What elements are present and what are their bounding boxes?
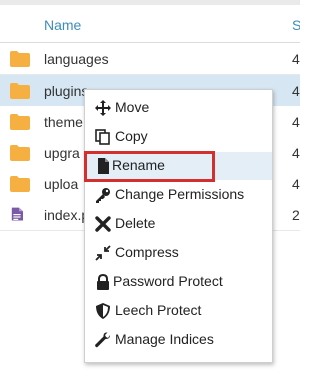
folder-icon: [10, 114, 30, 130]
menu-item-label: Rename: [112, 157, 165, 173]
wrench-icon: [95, 332, 110, 348]
shield-icon: [96, 303, 110, 319]
size-column-header[interactable]: S: [292, 17, 300, 33]
menu-item-change-permissions[interactable]: Change Permissions: [85, 181, 272, 209]
file-name[interactable]: languages: [44, 51, 109, 67]
move-icon: [95, 100, 111, 116]
context-menu: Move Copy Rename Change Permissions Dele…: [84, 89, 273, 363]
menu-item-label: Change Permissions: [115, 186, 245, 202]
php-file-icon: [11, 207, 23, 221]
file-manager-screen: Name S languages 4 plugins 4 theme 4 upg…: [0, 0, 300, 381]
menu-item-label: Delete: [115, 215, 156, 231]
file-size: 4: [292, 83, 300, 99]
menu-item-copy[interactable]: Copy: [85, 123, 272, 151]
menu-item-label: Manage Indices: [115, 331, 214, 347]
file-name[interactable]: plugins: [44, 83, 88, 99]
file-size: 4: [292, 176, 300, 192]
file-size: 4: [292, 51, 300, 67]
folder-icon: [10, 145, 30, 161]
file-name[interactable]: uploa: [44, 176, 78, 192]
menu-item-label: Leech Protect: [115, 302, 202, 318]
file-size: 4: [292, 145, 300, 161]
file-icon: [98, 158, 109, 174]
file-name[interactable]: theme: [44, 114, 83, 130]
menu-item-manage-indices[interactable]: Manage Indices: [85, 326, 272, 354]
menu-item-rename[interactable]: Rename: [85, 152, 272, 180]
table-row[interactable]: languages 4: [0, 43, 300, 75]
table-header: Name S: [0, 8, 300, 43]
lock-icon: [97, 274, 109, 290]
folder-icon: [10, 176, 30, 192]
x-icon: [95, 216, 111, 232]
menu-item-label: Compress: [115, 244, 179, 260]
menu-item-password-protect[interactable]: Password Protect: [85, 268, 272, 296]
menu-item-compress[interactable]: Compress: [85, 239, 272, 267]
menu-item-move[interactable]: Move: [85, 94, 272, 122]
file-size: 2: [292, 207, 300, 223]
menu-item-leech-protect[interactable]: Leech Protect: [85, 297, 272, 325]
name-column-header[interactable]: Name: [44, 17, 81, 33]
compress-icon: [95, 245, 111, 261]
key-icon: [96, 188, 110, 203]
menu-item-delete[interactable]: Delete: [85, 210, 272, 238]
file-name[interactable]: upgra: [44, 145, 80, 161]
menu-item-label: Copy: [115, 128, 148, 144]
menu-item-label: Move: [115, 99, 150, 115]
top-strip: [0, 0, 300, 5]
folder-icon: [10, 51, 30, 67]
copy-icon: [95, 129, 110, 145]
file-size: 4: [292, 114, 300, 130]
file-name[interactable]: index.p: [44, 207, 89, 223]
menu-item-label: Password Protect: [113, 273, 223, 289]
folder-icon: [10, 83, 30, 99]
